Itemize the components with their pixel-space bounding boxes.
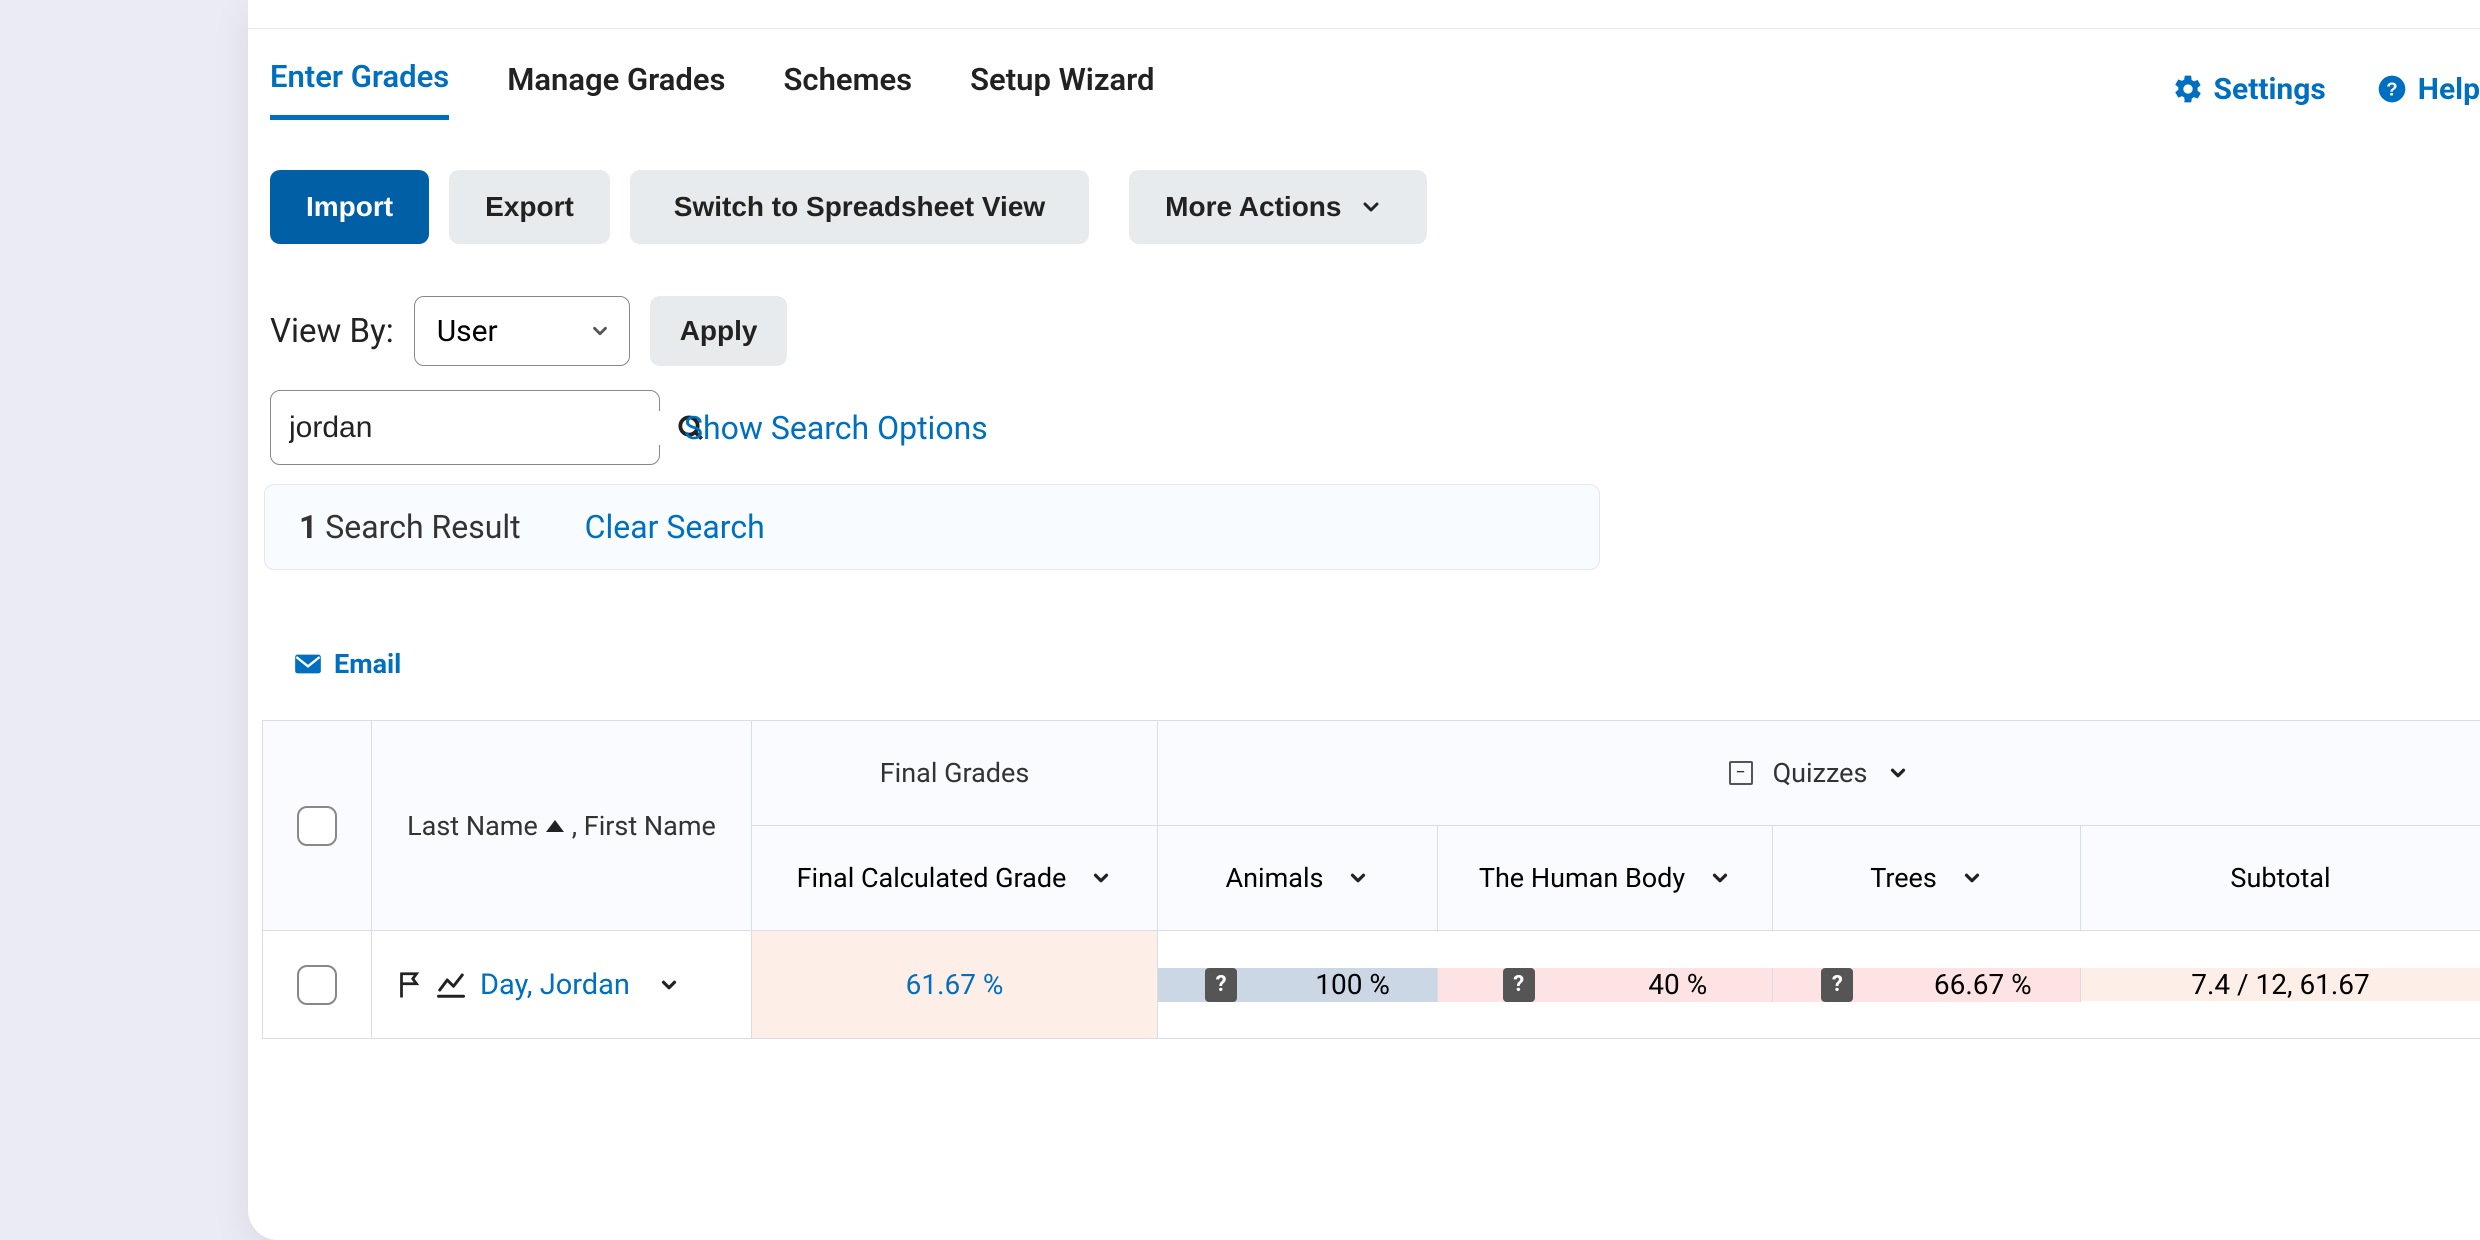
quiz-humanbody-cell[interactable]: ? 40 %: [1438, 968, 1773, 1002]
quiz-trees-label: Trees: [1870, 862, 1937, 894]
chevron-down-icon: [1887, 762, 1909, 784]
table-header: Last Name , First Name Final Grades Fina…: [263, 721, 2480, 931]
quiz-subtotal-value: 7.4 / 12, 61.67: [2191, 968, 2370, 1001]
chevron-down-icon: [1709, 867, 1731, 889]
toolbar: Import Export Switch to Spreadsheet View…: [270, 170, 1447, 244]
grades-table: Last Name , First Name Final Grades Fina…: [262, 720, 2480, 1039]
topbar-divider: [248, 28, 2480, 29]
chevron-down-icon: [1090, 867, 1112, 889]
apply-button[interactable]: Apply: [650, 296, 788, 366]
gear-icon: [2172, 73, 2204, 105]
import-button[interactable]: Import: [270, 170, 429, 244]
search-box[interactable]: [270, 390, 660, 465]
name-header[interactable]: Last Name , First Name: [372, 721, 752, 930]
flag-icon[interactable]: [396, 970, 422, 1000]
show-search-options-link[interactable]: Show Search Options: [684, 409, 988, 447]
chevron-down-icon: [1359, 195, 1383, 219]
question-icon: ?: [1503, 968, 1535, 1002]
more-actions-label: More Actions: [1165, 191, 1341, 223]
chevron-down-icon: [1961, 867, 1983, 889]
student-name-cell: Day, Jordan: [372, 931, 752, 1039]
chevron-down-icon: [589, 320, 611, 342]
email-link[interactable]: Email: [294, 648, 401, 680]
quiz-animals-value: 100 %: [1315, 968, 1390, 1001]
view-by-label: View By:: [270, 312, 394, 351]
help-label: Help: [2418, 72, 2480, 107]
tab-manage-grades[interactable]: Manage Grades: [507, 61, 725, 118]
email-icon: [294, 653, 322, 675]
last-name-header-label: Last Name: [407, 810, 538, 842]
more-actions-button[interactable]: More Actions: [1129, 170, 1427, 244]
quiz-animals-header[interactable]: Animals: [1158, 826, 1438, 931]
search-row: Show Search Options: [270, 390, 988, 465]
search-result-text: 1 Search Result: [299, 508, 521, 546]
select-all-col: [263, 721, 372, 930]
tab-enter-grades[interactable]: Enter Grades: [270, 58, 449, 120]
quiz-humanbody-header[interactable]: The Human Body: [1438, 826, 1773, 931]
svg-text:?: ?: [2386, 79, 2397, 100]
settings-label: Settings: [2214, 72, 2326, 107]
help-icon: ?: [2376, 73, 2408, 105]
final-grades-group-header: Final Grades: [752, 721, 1157, 826]
tab-setup-wizard[interactable]: Setup Wizard: [970, 61, 1154, 118]
quiz-animals-label: Animals: [1226, 862, 1324, 894]
tab-bar: Enter Grades Manage Grades Schemes Setup…: [270, 54, 2480, 124]
quiz-humanbody-value: 40 %: [1648, 968, 1707, 1001]
row-checkbox[interactable]: [297, 965, 337, 1005]
final-calculated-header[interactable]: Final Calculated Grade: [752, 826, 1157, 931]
chart-icon[interactable]: [436, 971, 466, 999]
quiz-subtotal-header[interactable]: Subtotal: [2081, 826, 2480, 931]
view-by-value: User: [437, 314, 498, 349]
quizzes-group: − Quizzes Animals The Human Body: [1158, 721, 2480, 930]
question-icon: ?: [1821, 968, 1853, 1002]
export-button[interactable]: Export: [449, 170, 610, 244]
final-grade-cell[interactable]: 61.67 %: [752, 931, 1158, 1039]
help-link[interactable]: ? Help: [2376, 72, 2480, 107]
question-icon: ?: [1205, 968, 1237, 1002]
quiz-subtotal-cell[interactable]: 7.4 / 12, 61.67: [2081, 968, 2480, 1001]
collapse-icon[interactable]: −: [1729, 761, 1753, 785]
chevron-down-icon: [1347, 867, 1369, 889]
student-name-link[interactable]: Day, Jordan: [480, 968, 630, 1002]
final-grades-group: Final Grades Final Calculated Grade: [752, 721, 1158, 930]
tab-schemes[interactable]: Schemes: [784, 61, 913, 118]
app-window: Enter Grades Manage Grades Schemes Setup…: [248, 0, 2480, 1240]
row-select-cell: [263, 931, 372, 1039]
search-input[interactable]: [289, 411, 675, 445]
settings-link[interactable]: Settings: [2172, 72, 2326, 107]
view-by-row: View By: User Apply: [270, 296, 787, 366]
clear-search-link[interactable]: Clear Search: [585, 508, 765, 546]
select-all-checkbox[interactable]: [297, 806, 337, 846]
first-name-header-label: , First Name: [572, 810, 716, 842]
search-result-banner: 1 Search Result Clear Search: [264, 484, 1600, 570]
sort-asc-icon: [546, 819, 564, 833]
quizzes-cells: ? 100 % ? 40 % ? 66.67 % 7.4 / 12, 61.67: [1158, 931, 2480, 1039]
switch-spreadsheet-button[interactable]: Switch to Spreadsheet View: [630, 170, 1089, 244]
quiz-trees-header[interactable]: Trees: [1773, 826, 2081, 931]
quiz-trees-value: 66.67 %: [1934, 968, 2032, 1001]
quizzes-group-label: Quizzes: [1773, 757, 1868, 789]
email-label: Email: [334, 648, 401, 680]
quiz-humanbody-label: The Human Body: [1479, 862, 1685, 894]
quiz-subtotal-label: Subtotal: [2230, 862, 2330, 894]
quizzes-group-header[interactable]: − Quizzes: [1158, 721, 2480, 826]
table-row: Day, Jordan 61.67 % ? 100 % ? 40 % ? 66.…: [263, 931, 2480, 1039]
chevron-down-icon[interactable]: [658, 974, 680, 996]
final-calculated-label: Final Calculated Grade: [797, 862, 1067, 894]
quiz-animals-cell[interactable]: ? 100 %: [1158, 968, 1438, 1002]
view-by-select[interactable]: User: [414, 296, 630, 366]
quiz-trees-cell[interactable]: ? 66.67 %: [1773, 968, 2081, 1002]
